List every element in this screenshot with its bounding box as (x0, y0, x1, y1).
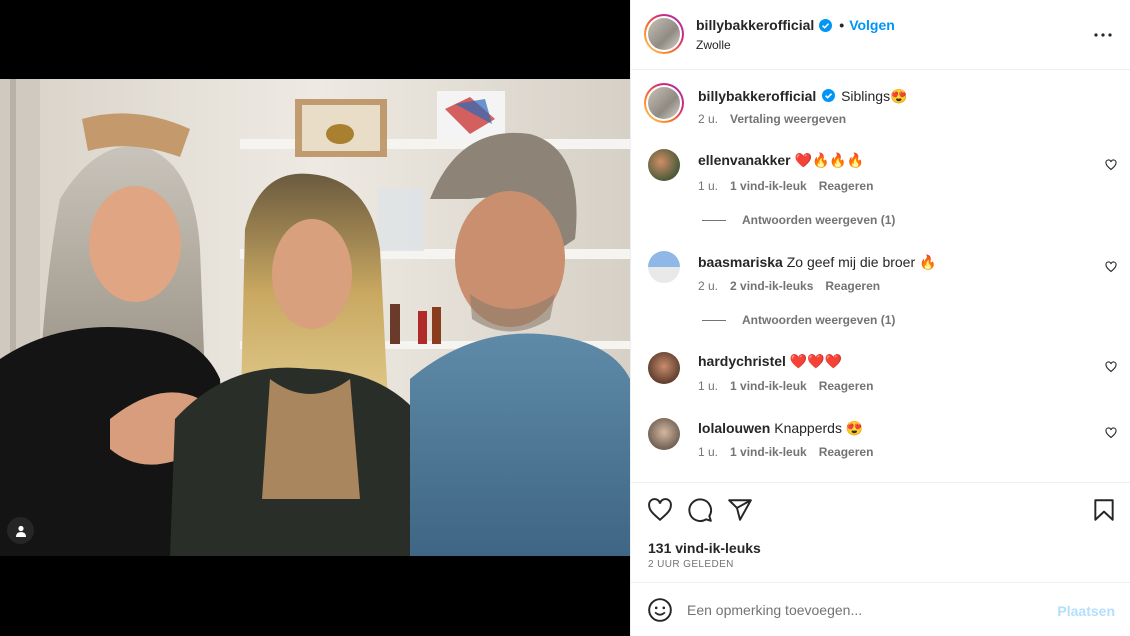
verified-badge-icon (819, 18, 833, 32)
heart-icon[interactable] (1105, 361, 1117, 373)
caption-avatar[interactable] (644, 83, 684, 123)
comment-text: ellenvanakker ❤️🔥🔥🔥 (698, 151, 864, 169)
bookmark-icon[interactable] (1091, 497, 1117, 523)
comment-composer: Plaatsen (631, 582, 1130, 636)
heart-icon[interactable] (1105, 159, 1117, 171)
view-replies-label: Antwoorden weergeven (1) (742, 313, 896, 327)
reply-button[interactable]: Reageren (819, 379, 874, 393)
caption-meta: 2 u. Vertaling weergeven (698, 112, 846, 126)
comment-meta: 2 u. 2 vind-ik-leuks Reageren (698, 279, 880, 293)
heart-icon[interactable] (1105, 261, 1117, 273)
comment-age: 1 u. (698, 445, 719, 459)
comment-username[interactable]: hardychristel (698, 353, 786, 369)
separator-dot: • (839, 17, 845, 33)
user-tag-icon[interactable] (7, 517, 34, 544)
divider-line (702, 219, 726, 221)
comment-icon[interactable] (687, 497, 713, 523)
comment-likes[interactable]: 1 vind-ik-leuk (730, 379, 807, 393)
comment-text: baasmariska Zo geef mij die broer 🔥 (698, 253, 936, 271)
view-replies-button[interactable]: Antwoorden weergeven (1) (702, 213, 895, 227)
post-header: billybakkerofficial • Volgen Zwolle (631, 0, 1130, 70)
commenter-avatar[interactable] (648, 352, 680, 384)
comment-username[interactable]: baasmariska (698, 254, 783, 270)
comment-likes[interactable]: 1 vind-ik-leuk (730, 445, 807, 459)
comment-body: ❤️❤️❤️ (789, 353, 843, 369)
comment-likes[interactable]: 2 vind-ik-leuks (730, 279, 813, 293)
reply-button[interactable]: Reageren (825, 279, 880, 293)
comment-input[interactable] (687, 596, 1047, 624)
author-line: billybakkerofficial • Volgen (696, 17, 895, 33)
comment-age: 1 u. (698, 179, 719, 193)
post-sidebar: billybakkerofficial • Volgen Zwolle bill… (630, 0, 1130, 636)
comment-username[interactable]: ellenvanakker (698, 152, 791, 168)
post-comment-button[interactable]: Plaatsen (1057, 603, 1115, 619)
comment-body: Knapperds 😍 (774, 420, 864, 436)
post-photo[interactable] (0, 79, 630, 556)
caption-body: Siblings😍 (841, 88, 908, 104)
comment-body: Zo geef mij die broer 🔥 (786, 254, 937, 270)
comment-text: hardychristel ❤️❤️❤️ (698, 352, 842, 370)
post-location[interactable]: Zwolle (696, 38, 731, 52)
comment-age: 1 u. (698, 379, 719, 393)
likes-count[interactable]: 131 vind-ik-leuks (648, 540, 761, 556)
verified-badge-icon (822, 89, 836, 102)
author-avatar[interactable] (644, 14, 684, 54)
share-icon[interactable] (727, 497, 753, 523)
caption-text: billybakkerofficial Siblings😍 (698, 87, 908, 105)
heart-icon[interactable] (647, 497, 673, 523)
post-media (0, 0, 630, 636)
comment-text: lolalouwen Knapperds 😍 (698, 419, 863, 437)
commenter-avatar[interactable] (648, 418, 680, 450)
translate-button[interactable]: Vertaling weergeven (730, 112, 846, 126)
heart-icon[interactable] (1105, 427, 1117, 439)
comment-meta: 1 u. 1 vind-ik-leuk Reageren (698, 445, 873, 459)
view-replies-label: Antwoorden weergeven (1) (742, 213, 896, 227)
comments-list: billybakkerofficial Siblings😍 2 u. Verta… (631, 71, 1130, 481)
reply-button[interactable]: Reageren (819, 445, 874, 459)
commenter-avatar[interactable] (648, 149, 680, 181)
caption-username[interactable]: billybakkerofficial (698, 88, 816, 104)
comment-meta: 1 u. 1 vind-ik-leuk Reageren (698, 179, 873, 193)
post-actions: 131 vind-ik-leuks 2 uur geleden (631, 482, 1130, 582)
post-timestamp: 2 uur geleden (648, 559, 734, 570)
comment-meta: 1 u. 1 vind-ik-leuk Reageren (698, 379, 873, 393)
divider-line (702, 319, 726, 321)
reply-button[interactable]: Reageren (819, 179, 874, 193)
comment-age: 2 u. (698, 279, 719, 293)
author-username[interactable]: billybakkerofficial (696, 17, 814, 33)
commenter-avatar[interactable] (648, 251, 680, 283)
comment-username[interactable]: lolalouwen (698, 420, 770, 436)
more-options-icon[interactable] (1092, 24, 1114, 46)
comment-body: ❤️🔥🔥🔥 (794, 152, 865, 168)
comment-likes[interactable]: 1 vind-ik-leuk (730, 179, 807, 193)
view-replies-button[interactable]: Antwoorden weergeven (1) (702, 313, 895, 327)
follow-button[interactable]: Volgen (849, 17, 895, 33)
emoji-icon[interactable] (647, 597, 673, 623)
caption-age: 2 u. (698, 112, 719, 126)
